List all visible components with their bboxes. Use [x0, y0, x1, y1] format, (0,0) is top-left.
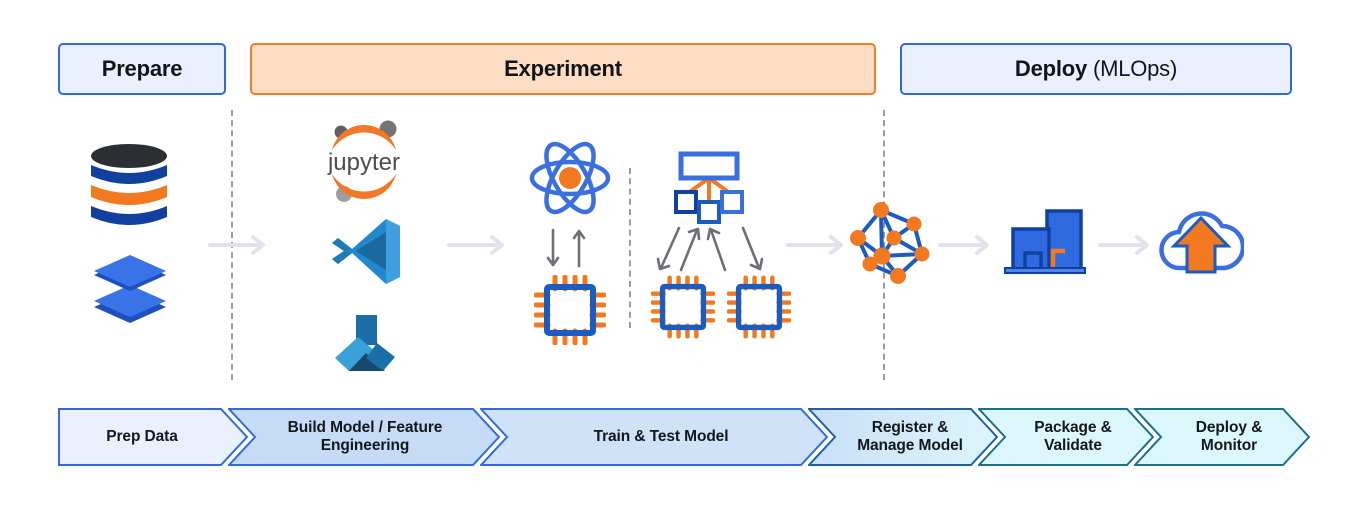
ribbon-step-label: Register & Manage Model: [857, 419, 963, 454]
ribbon-step-train-test[interactable]: Train & Test Model: [480, 408, 828, 466]
atom-icon: [528, 138, 612, 218]
ribbon-step-build-model[interactable]: Build Model / Feature Engineering: [228, 408, 500, 466]
vscode-logo: [330, 215, 404, 287]
ribbon-step-package-validate[interactable]: Package & Validate: [978, 408, 1154, 466]
model-registry-building-icon: [1003, 203, 1087, 277]
ribbon-step-deploy-monitor[interactable]: Deploy & Monitor: [1134, 408, 1310, 466]
cloud-upload-icon: [1158, 200, 1244, 278]
section-divider-experiment-inner: [629, 168, 631, 328]
flow-arrow-2: [447, 235, 511, 255]
cpu-chip-icon: [651, 275, 715, 339]
flow-arrow-1: [208, 235, 272, 255]
ribbon-step-label: Package & Validate: [1034, 419, 1112, 454]
ribbon-step-label: Deploy & Monitor: [1195, 419, 1263, 454]
network-graph-icon: [846, 198, 934, 286]
ribbon-step-register-manage[interactable]: Register & Manage Model: [808, 408, 998, 466]
phase-header-prepare: Prepare: [58, 43, 226, 95]
azure-ml-logo: [333, 313, 399, 375]
phase-label-experiment: Experiment: [504, 56, 622, 81]
ribbon-step-label: Train & Test Model: [593, 428, 729, 446]
bidirectional-arrows-icon: [539, 228, 601, 270]
phase-label-deploy: Deploy (MLOps): [1014, 56, 1178, 81]
workflow-step-ribbon: Prep Data Build Model / Feature Engineer…: [0, 408, 1353, 470]
ml-workflow-diagram: Prepare Experiment Deploy (MLOps) jupyte…: [0, 0, 1353, 516]
phase-header-deploy: Deploy (MLOps): [900, 43, 1292, 95]
flow-arrow-4: [938, 235, 996, 255]
phase-label-prepare: Prepare: [101, 56, 183, 81]
cpu-chip-icon: [534, 275, 606, 345]
model-hierarchy-icon: [661, 150, 757, 226]
flow-arrow-5: [1098, 235, 1156, 255]
ribbon-step-label: Prep Data: [106, 428, 178, 446]
database-icon: [88, 143, 170, 228]
flow-arrow-3: [786, 235, 850, 255]
cpu-chip-icon: [727, 275, 791, 339]
data-layers-icon: [90, 255, 170, 327]
jupyter-wordmark: jupyter: [327, 149, 400, 176]
jupyter-logo: jupyter: [318, 118, 410, 206]
ribbon-step-label: Build Model / Feature Engineering: [287, 419, 443, 454]
branching-arrows-icon: [655, 226, 767, 276]
phase-header-experiment: Experiment: [250, 43, 876, 95]
ribbon-step-prep-data[interactable]: Prep Data: [58, 408, 248, 466]
